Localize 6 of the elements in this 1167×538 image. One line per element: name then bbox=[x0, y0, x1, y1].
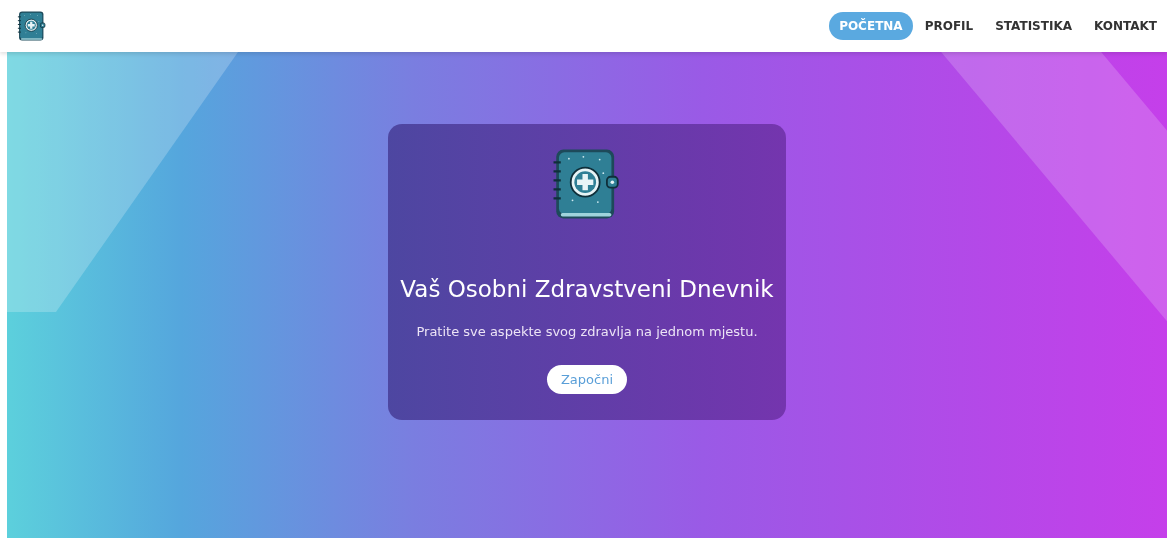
hero-subtitle: Pratite sve aspekte svog zdravlja na jednom mjestu. bbox=[416, 324, 758, 339]
nav-link[interactable]: PROFIL bbox=[914, 12, 984, 40]
hero-title: Vaš Osobni Zdravstveni Dnevnik bbox=[400, 276, 774, 302]
notebook-logo-icon[interactable] bbox=[16, 10, 48, 42]
nav-link[interactable]: STATISTIKA bbox=[985, 12, 1082, 40]
nav-link[interactable]: KONTAKT bbox=[1083, 12, 1167, 40]
